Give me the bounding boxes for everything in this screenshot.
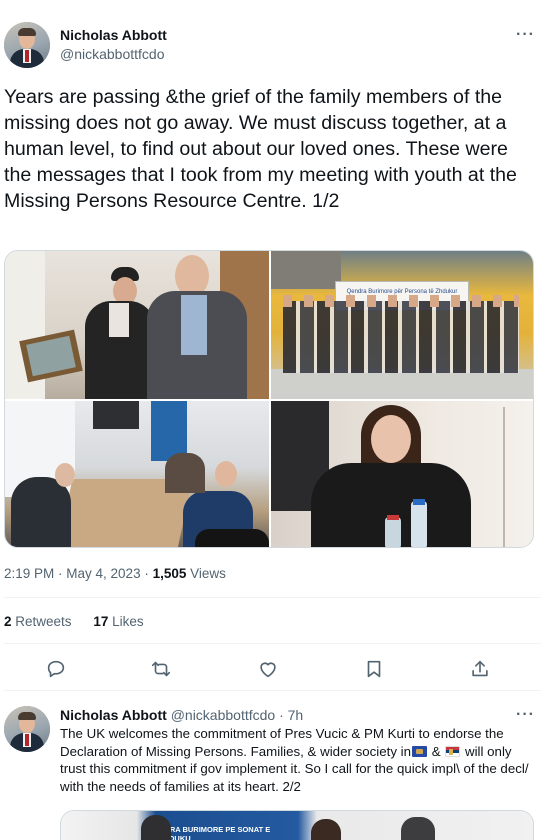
media-grid[interactable]: Qendra Burimore për Persona të Zhdukur — [4, 250, 534, 548]
reply-media[interactable]: NURA BURIMORE PE SONAT E ZHDUKU — [60, 810, 534, 840]
likes-stat[interactable]: 17 Likes — [93, 614, 143, 629]
reply-author-handle[interactable]: @nickabbottfcdo — [171, 707, 276, 723]
photo-elderly-man-with-portrait[interactable] — [5, 251, 269, 399]
tweet-date[interactable]: May 4, 2023 — [66, 566, 140, 581]
retweets-label: Retweets — [11, 614, 72, 629]
photo-meeting-table[interactable] — [5, 401, 269, 547]
divider — [4, 690, 541, 691]
timestamp-row: 2:19 PM · May 4, 2023 · 1,505 Views — [4, 566, 226, 581]
views-label: Views — [186, 566, 226, 581]
photo-young-woman-at-table[interactable] — [271, 401, 533, 547]
more-options-icon[interactable]: ··· — [516, 706, 535, 724]
share-icon[interactable] — [469, 658, 493, 682]
reply-author-line: Nicholas Abbott @nickabbottfcdo · 7h — [60, 707, 303, 723]
author-handle[interactable]: @nickabbottfcdo — [60, 46, 165, 62]
divider — [4, 597, 541, 598]
likes-label: Likes — [108, 614, 144, 629]
photo-group-outside-centre[interactable]: Qendra Burimore për Persona të Zhdukur — [271, 251, 533, 399]
reply-text: The UK welcomes the commitment of Pres V… — [60, 725, 530, 795]
reply-text-and: & — [428, 743, 445, 759]
author-name[interactable]: Nicholas Abbott — [60, 27, 167, 43]
serbia-flag-icon — [445, 745, 461, 757]
reply-media-text: NURA BURIMORE PE SONAT E ZHDUKU — [159, 825, 271, 840]
retweet-icon[interactable] — [150, 658, 174, 682]
reply-age[interactable]: · 7h — [279, 707, 303, 723]
engagement-stats: 2 Retweets 17 Likes — [4, 614, 162, 629]
avatar[interactable] — [4, 706, 50, 752]
kosovo-flag-icon — [412, 745, 428, 757]
tweet-text: Years are passing &the grief of the fami… — [4, 86, 517, 212]
separator: · — [54, 566, 67, 581]
reply-icon[interactable] — [45, 658, 69, 682]
reply-author-name[interactable]: Nicholas Abbott — [60, 707, 167, 723]
heart-icon[interactable] — [257, 658, 281, 682]
tweet-time[interactable]: 2:19 PM — [4, 566, 54, 581]
more-options-icon[interactable]: ··· — [516, 26, 535, 44]
divider — [4, 643, 541, 644]
action-bar — [0, 652, 545, 688]
retweets-stat[interactable]: 2 Retweets — [4, 614, 72, 629]
bookmark-icon[interactable] — [363, 658, 387, 682]
views-count: 1,505 — [152, 566, 187, 581]
likes-count: 17 — [93, 614, 109, 629]
avatar[interactable] — [4, 22, 50, 68]
retweets-count: 2 — [4, 614, 12, 629]
separator: · — [140, 566, 153, 581]
